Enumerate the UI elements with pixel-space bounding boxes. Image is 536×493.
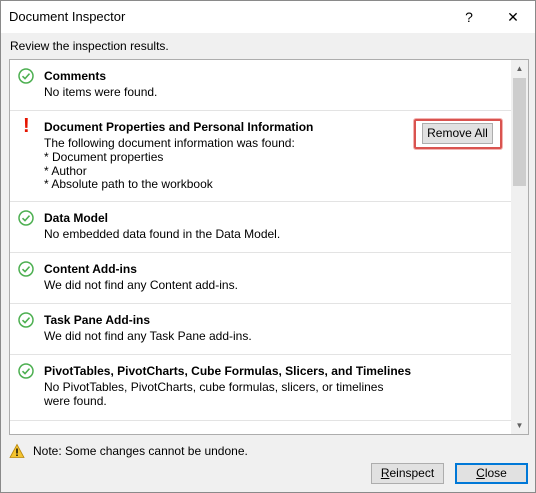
result-item-pivottables: PivotTables, PivotCharts, Cube Formulas,… [10, 355, 512, 421]
document-inspector-dialog: Document Inspector ? ✕ Review the inspec… [0, 0, 536, 493]
check-circle-icon [18, 312, 34, 328]
instructions-label: Review the inspection results. [10, 39, 169, 53]
exclamation-icon: ! [23, 115, 30, 137]
results-scrollbar[interactable]: ▲ ▼ [511, 60, 528, 434]
help-button[interactable]: ? [459, 7, 479, 27]
reinspect-button[interactable]: Reinspect [371, 463, 444, 484]
result-title: Data Model [44, 211, 109, 225]
close-button[interactable]: Close [455, 463, 528, 484]
result-item-content-add-ins: Content Add-ins We did not find any Cont… [10, 253, 512, 304]
result-description: The following document information was f… [44, 136, 295, 150]
result-item-data-model: Data Model No embedded data found in the… [10, 202, 512, 253]
result-title: Document Properties and Personal Informa… [44, 120, 314, 134]
check-circle-icon [18, 210, 34, 226]
result-item-task-pane-add-ins: Task Pane Add-ins We did not find any Ta… [10, 304, 512, 355]
result-description: No items were found. [44, 85, 158, 99]
note-text: Note: Some changes cannot be undone. [33, 444, 248, 458]
check-circle-icon [18, 363, 34, 379]
remove-all-button[interactable]: Remove All [422, 123, 493, 144]
reinspect-label: einspect [389, 466, 435, 480]
result-title: Comments [44, 69, 107, 83]
detail-line: * Document properties [44, 150, 164, 164]
title-bar: Document Inspector ? ✕ [1, 1, 535, 33]
scroll-up-arrow-icon[interactable]: ▲ [511, 60, 528, 77]
dialog-title: Document Inspector [9, 9, 126, 24]
close-access-key: C [476, 466, 485, 480]
warning-triangle-icon [9, 443, 25, 459]
result-description: No PivotTables, PivotCharts, cube formul… [44, 380, 384, 408]
result-description: We did not find any Content add-ins. [44, 278, 238, 292]
detail-line: * Absolute path to the workbook [44, 177, 213, 191]
scroll-down-arrow-icon[interactable]: ▼ [511, 417, 528, 434]
result-description: No embedded data found in the Data Model… [44, 227, 281, 241]
inspection-results-list: Comments No items were found. ! Document… [9, 59, 529, 435]
result-item-comments: Comments No items were found. [10, 60, 512, 111]
detail-line: * Author [44, 163, 87, 178]
result-details: * Document properties * Author * Absolut… [44, 150, 213, 192]
close-label: lose [484, 466, 507, 480]
scroll-thumb[interactable] [513, 78, 526, 186]
check-circle-icon [18, 261, 34, 277]
result-title: Content Add-ins [44, 262, 137, 276]
close-icon[interactable]: ✕ [503, 7, 523, 27]
result-description: We did not find any Task Pane add-ins. [44, 329, 252, 343]
check-circle-icon [18, 68, 34, 84]
result-title: PivotTables, PivotCharts, Cube Formulas,… [44, 364, 411, 378]
result-title: Task Pane Add-ins [44, 313, 151, 327]
